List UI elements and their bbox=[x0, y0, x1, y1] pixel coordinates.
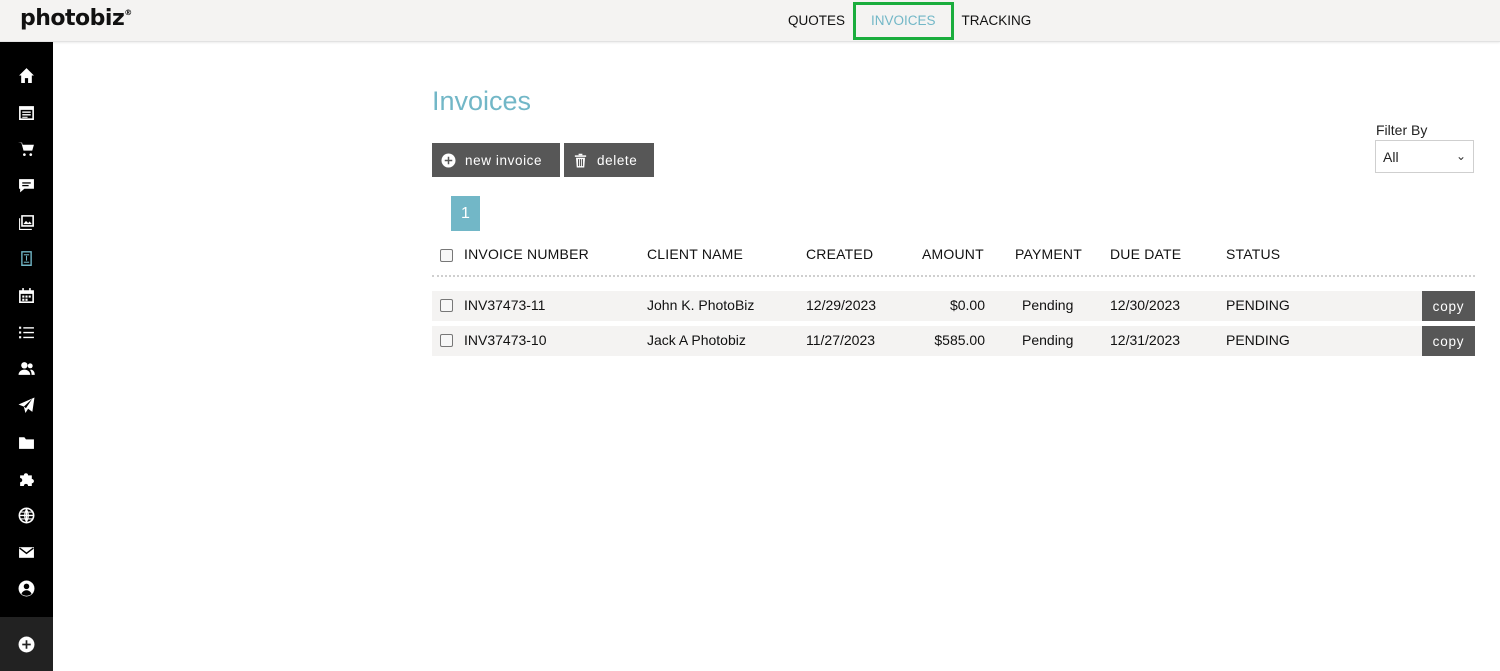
add-icon bbox=[18, 636, 35, 652]
account-icon[interactable] bbox=[0, 573, 53, 603]
cart-icon[interactable] bbox=[0, 133, 53, 163]
invoice-icon[interactable] bbox=[0, 243, 53, 273]
users-icon[interactable] bbox=[0, 353, 53, 383]
delete-label: delete bbox=[597, 152, 638, 168]
chat-icon[interactable] bbox=[0, 170, 53, 200]
calendar-icon[interactable] bbox=[0, 280, 53, 310]
header-divider bbox=[432, 275, 1475, 277]
delete-button[interactable]: delete bbox=[564, 143, 654, 177]
globe-icon[interactable] bbox=[0, 500, 53, 530]
sidebar bbox=[0, 42, 53, 671]
row-checkbox[interactable] bbox=[440, 299, 453, 312]
new-invoice-button[interactable]: new invoice bbox=[432, 143, 560, 177]
table-row[interactable]: INV37473-10 Jack A Photobiz 11/27/2023 $… bbox=[432, 326, 1475, 356]
list-icon[interactable] bbox=[0, 317, 53, 347]
client-name: John K. PhotoBiz bbox=[647, 297, 755, 313]
copy-button[interactable]: copy bbox=[1422, 326, 1475, 356]
header-created[interactable]: CREATED bbox=[806, 246, 873, 262]
invoice-number[interactable]: INV37473-11 bbox=[464, 297, 545, 313]
add-button[interactable] bbox=[0, 617, 53, 671]
status: PENDING bbox=[1226, 332, 1290, 348]
table-row[interactable]: INV37473-11 John K. PhotoBiz 12/29/2023 … bbox=[432, 291, 1475, 321]
amount: $0.00 bbox=[949, 297, 985, 313]
amount: $585.00 bbox=[934, 332, 985, 348]
row-checkbox[interactable] bbox=[440, 334, 453, 347]
copy-button[interactable]: copy bbox=[1422, 291, 1475, 321]
created-date: 11/27/2023 bbox=[806, 332, 876, 348]
header-due-date[interactable]: DUE DATE bbox=[1110, 246, 1181, 262]
tab-quotes[interactable]: QUOTES bbox=[780, 2, 853, 40]
puzzle-icon[interactable] bbox=[0, 463, 53, 493]
due-date: 12/30/2023 bbox=[1110, 297, 1181, 313]
gallery-icon[interactable] bbox=[0, 207, 53, 237]
send-icon[interactable] bbox=[0, 390, 53, 420]
filter-select[interactable]: All ⌄ bbox=[1375, 140, 1474, 173]
top-nav: QUOTES INVOICES TRACKING bbox=[780, 0, 1039, 42]
invoice-number[interactable]: INV37473-10 bbox=[464, 332, 547, 348]
mail-icon[interactable] bbox=[0, 537, 53, 567]
top-bar: photobiz® QUOTES INVOICES TRACKING bbox=[0, 0, 1500, 42]
page-title: Invoices bbox=[432, 86, 532, 116]
folder-icon[interactable] bbox=[0, 427, 53, 457]
home-icon[interactable] bbox=[0, 60, 53, 90]
header-invoice-number[interactable]: INVOICE NUMBER bbox=[464, 246, 589, 262]
calendar-list-icon[interactable] bbox=[0, 97, 53, 127]
header-client-name[interactable]: CLIENT NAME bbox=[647, 246, 743, 262]
tab-invoices[interactable]: INVOICES bbox=[853, 2, 954, 40]
client-name: Jack A Photobiz bbox=[647, 332, 746, 348]
due-date: 12/31/2023 bbox=[1110, 332, 1181, 348]
new-invoice-label: new invoice bbox=[465, 152, 543, 168]
filter-label: Filter By bbox=[1376, 122, 1428, 138]
select-all-checkbox[interactable] bbox=[440, 249, 453, 262]
payment-status: Pending bbox=[1022, 332, 1074, 348]
filter-value: All bbox=[1383, 148, 1399, 165]
plus-circle-icon bbox=[441, 152, 456, 168]
status: PENDING bbox=[1226, 297, 1290, 313]
payment-status: Pending bbox=[1022, 297, 1074, 313]
header-payment[interactable]: PAYMENT bbox=[1015, 246, 1082, 262]
tab-tracking[interactable]: TRACKING bbox=[954, 2, 1040, 40]
chevron-down-icon: ⌄ bbox=[1455, 149, 1466, 163]
header-status[interactable]: STATUS bbox=[1226, 246, 1280, 262]
header-amount[interactable]: AMOUNT bbox=[922, 246, 984, 262]
photobiz-logo[interactable]: photobiz® bbox=[20, 6, 132, 31]
page-button[interactable]: 1 bbox=[451, 196, 480, 231]
trash-icon bbox=[574, 153, 587, 168]
created-date: 12/29/2023 bbox=[806, 297, 877, 313]
